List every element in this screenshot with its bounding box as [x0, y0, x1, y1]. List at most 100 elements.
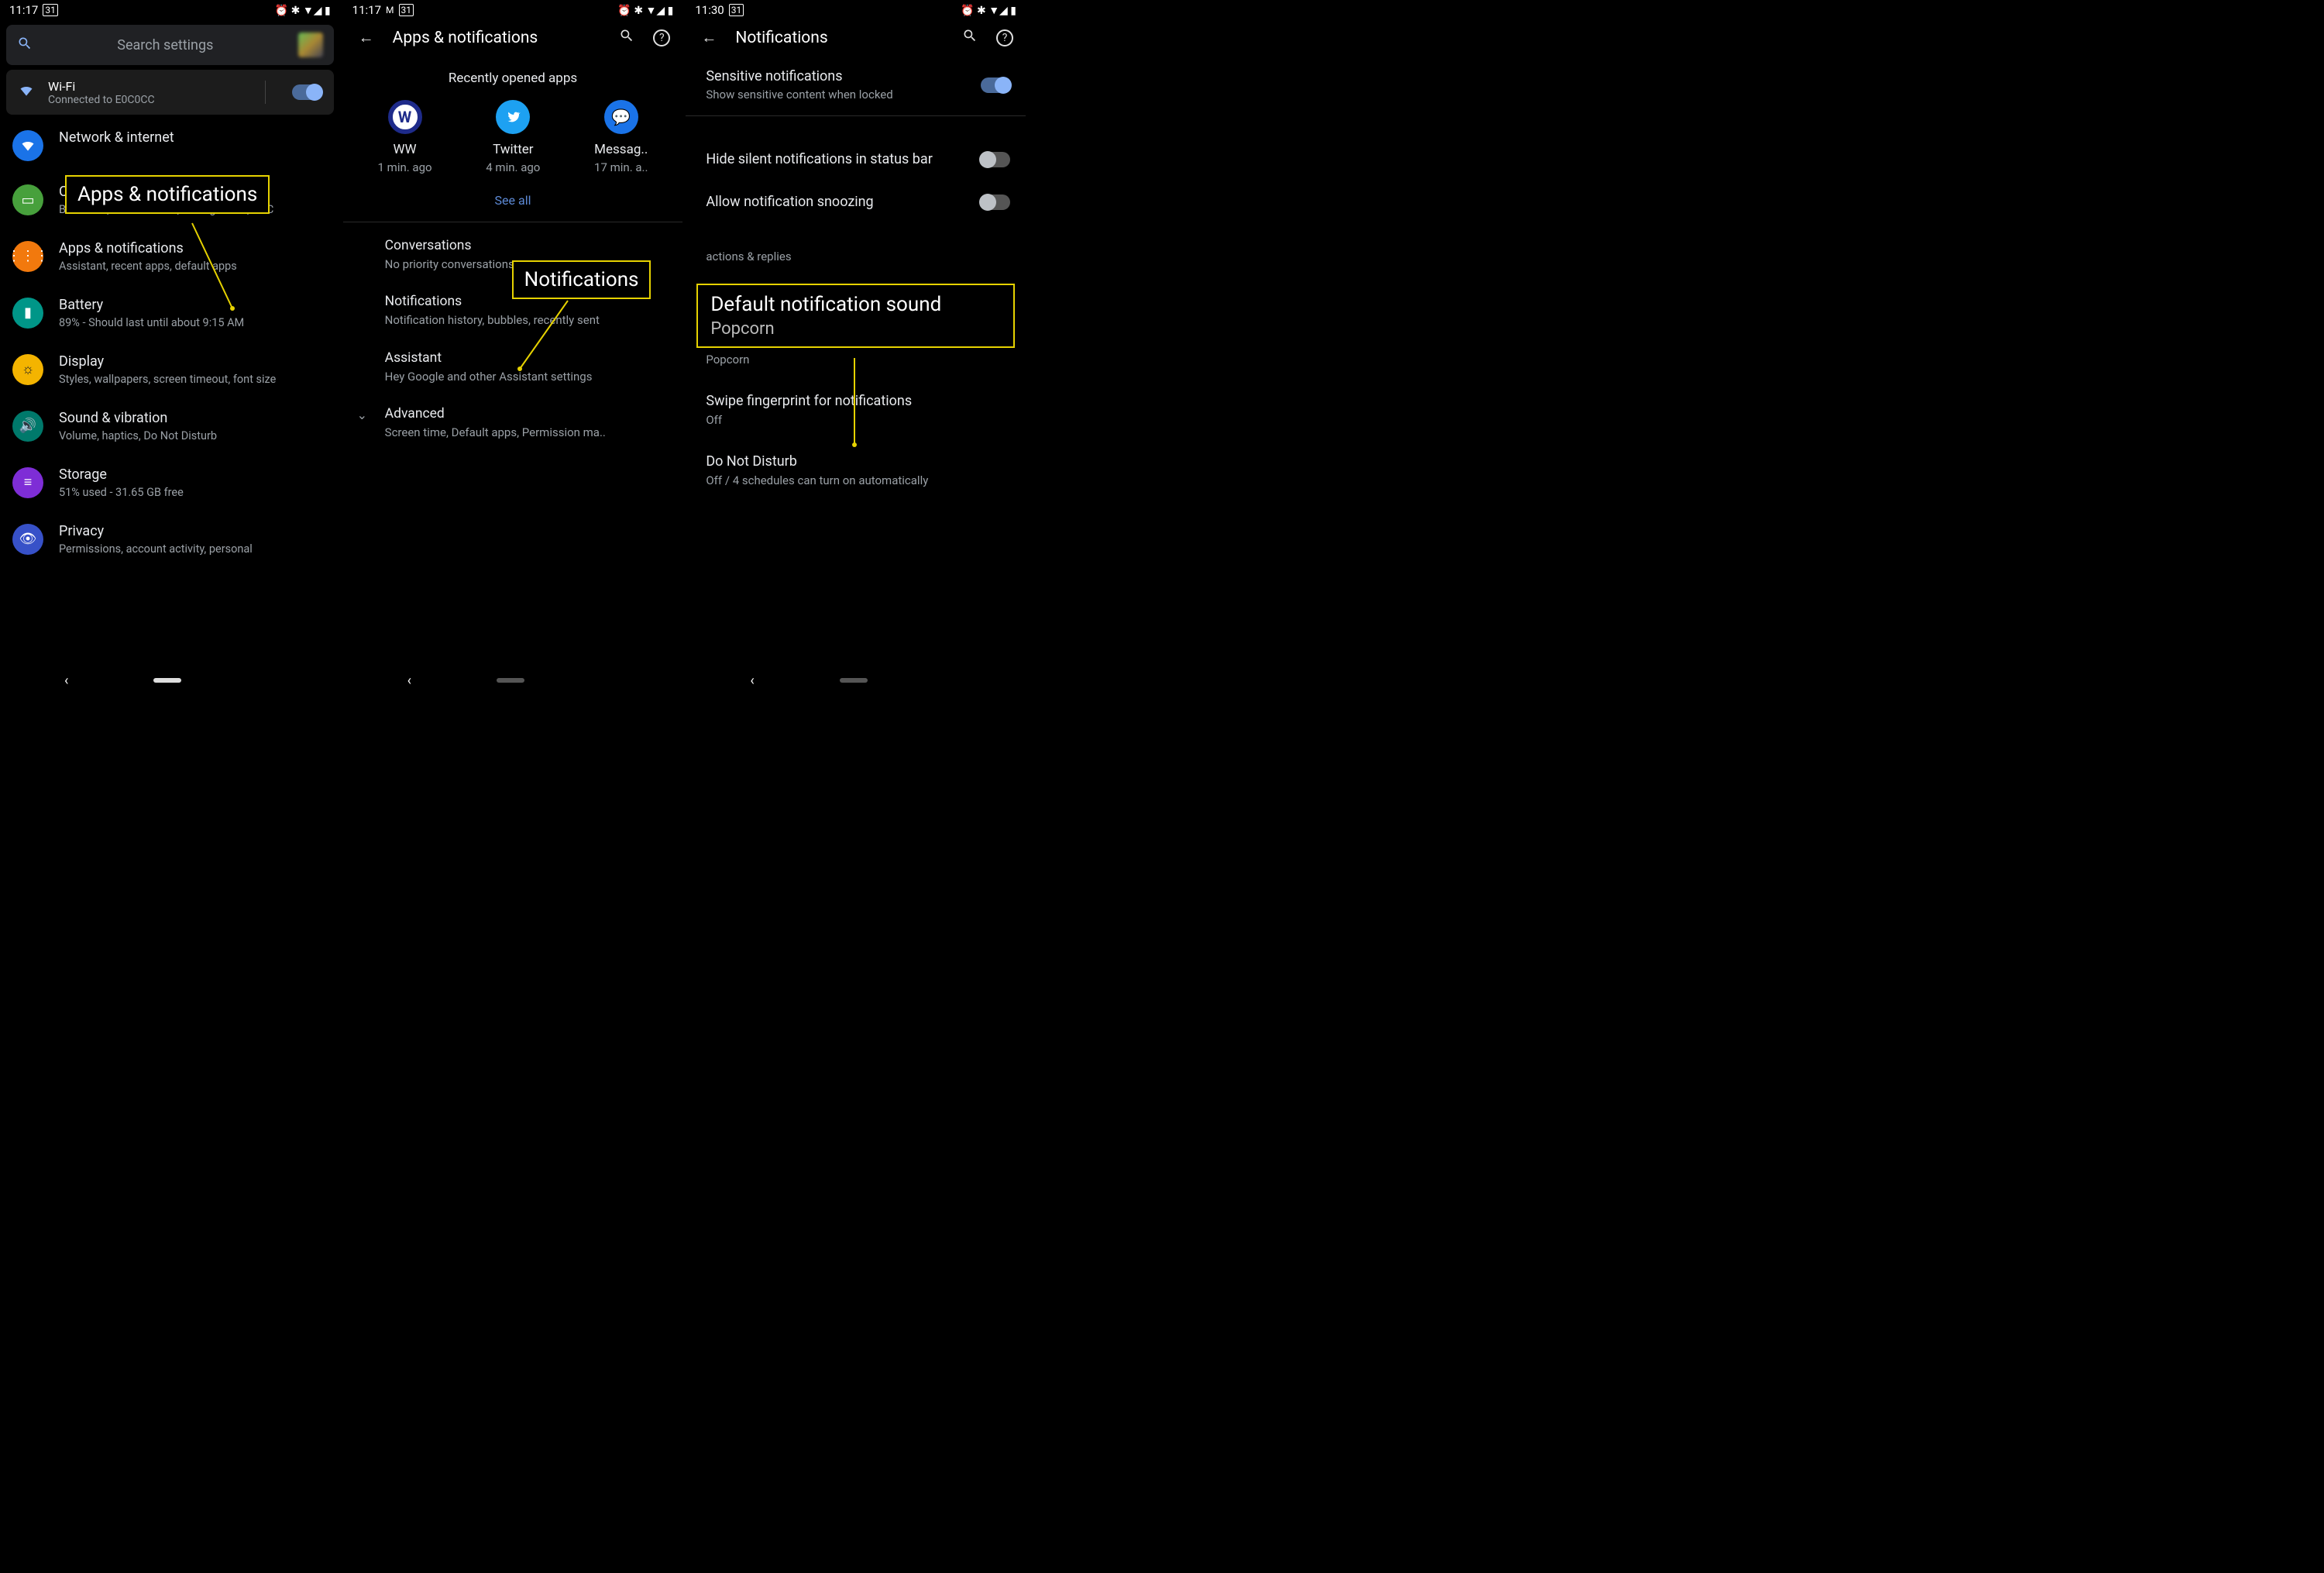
status-time: 11:17 31 — [9, 3, 58, 17]
row-sub: Screen time, Default apps, Permission ma… — [385, 425, 641, 440]
home-pill[interactable] — [497, 678, 524, 683]
row-title: Sensitive notifications — [706, 67, 967, 85]
divider — [686, 115, 1026, 116]
status-icons: ⏰ ✱ ▼◢ ▮ — [617, 4, 673, 17]
row-title: Assistant — [385, 350, 641, 366]
row-title: Battery — [59, 296, 244, 314]
nav-bar: ‹ ∘ — [343, 666, 683, 694]
avatar[interactable] — [298, 33, 323, 57]
row-title: Do Not Disturb — [706, 453, 1010, 470]
toggle-snoozing[interactable] — [981, 194, 1010, 210]
messages-icon: 💬 — [604, 100, 638, 134]
page-title: Apps & notifications — [393, 29, 601, 47]
row-title: Apps & notifications — [59, 239, 237, 257]
calendar-icon: 31 — [399, 4, 414, 16]
row-hide-silent[interactable]: Hide silent notifications in status bar — [686, 138, 1026, 181]
toggle-hide-silent[interactable] — [981, 152, 1010, 167]
row-snoozing[interactable]: Allow notification snoozing — [686, 181, 1026, 223]
wifi-icon — [12, 130, 43, 161]
clock: 11:17 — [9, 3, 38, 17]
devices-icon: ▭ — [12, 184, 43, 215]
row-assistant[interactable]: Assistant Hey Google and other Assistant… — [343, 339, 683, 395]
row-apps-notifications[interactable]: ⋮⋮⋮ Apps & notifications Assistant, rece… — [0, 229, 340, 285]
row-sub: 51% used - 31.65 GB free — [59, 485, 184, 501]
wifi-title: Wi-Fi — [48, 79, 251, 94]
app-name: WW — [378, 142, 432, 157]
app-bar: ← Notifications ? — [686, 20, 1026, 55]
app-time: 1 min. ago — [378, 160, 432, 174]
help-icon[interactable]: ? — [996, 29, 1013, 46]
back-icon[interactable]: ← — [698, 28, 720, 47]
row-title: Sound & vibration — [59, 409, 217, 427]
row-swipe-fingerprint[interactable]: Swipe fingerprint for notifications Off — [686, 380, 1026, 440]
app-name: Messag.. — [594, 142, 648, 157]
back-button[interactable]: ‹ — [407, 673, 411, 689]
screen-settings: 11:17 31 ⏰ ✱ ▼◢ ▮ Search settings Wi-Fi … — [0, 0, 340, 694]
recent-app-messages[interactable]: 💬 Messag.. 17 min. a.. — [594, 100, 648, 174]
help-icon[interactable]: ? — [653, 29, 670, 46]
app-time: 17 min. a.. — [594, 160, 648, 174]
row-sub: Notification history, bubbles, recently … — [385, 312, 641, 328]
toggle-sensitive[interactable] — [981, 77, 1010, 93]
row-title: Privacy — [59, 522, 253, 540]
status-bar: 11:30 31 ⏰ ✱ ▼◢ ▮ — [686, 0, 1026, 20]
display-icon: ☼ — [12, 354, 43, 385]
row-display[interactable]: ☼ Display Styles, wallpapers, screen tim… — [0, 342, 340, 398]
callout-default-sound: Default notification sound Popcorn — [696, 284, 1015, 348]
row-actions-replies[interactable]: actions & replies — [686, 224, 1026, 277]
storage-icon: ≡ — [12, 467, 43, 498]
row-network[interactable]: Network & internet — [0, 118, 340, 172]
calendar-icon: 31 — [729, 4, 744, 16]
row-sound[interactable]: 🔊 Sound & vibration Volume, haptics, Do … — [0, 398, 340, 455]
search-settings[interactable]: Search settings — [6, 25, 334, 65]
row-battery[interactable]: ▮ Battery 89% - Should last until about … — [0, 285, 340, 342]
row-title: Storage — [59, 466, 184, 484]
recent-app-twitter[interactable]: Twitter 4 min. ago — [486, 100, 540, 174]
back-icon[interactable]: ← — [356, 28, 377, 47]
row-sub: Permissions, account activity, personal — [59, 542, 253, 557]
app-bar: ← Apps & notifications ? — [343, 20, 683, 55]
sound-icon: 🔊 — [12, 411, 43, 442]
chevron-down-icon: ⌄ — [357, 408, 367, 422]
home-pill[interactable] — [153, 678, 181, 683]
row-storage[interactable]: ≡ Storage 51% used - 31.65 GB free — [0, 455, 340, 511]
callout-title: Default notification sound — [710, 293, 1001, 316]
status-icons: ⏰ ✱ ▼◢ ▮ — [275, 4, 331, 17]
recent-app-ww[interactable]: W WW 1 min. ago — [378, 100, 432, 174]
row-sub: Off — [706, 413, 1010, 429]
ww-icon: W — [388, 100, 422, 134]
back-button[interactable]: ‹ — [750, 673, 754, 689]
row-title: Network & internet — [59, 129, 174, 146]
row-title: Display — [59, 353, 276, 370]
row-dnd[interactable]: Do Not Disturb Off / 4 schedules can tur… — [686, 440, 1026, 501]
row-title: Advanced — [385, 406, 641, 422]
battery-icon: ▮ — [12, 298, 43, 329]
privacy-icon: 👁 — [12, 524, 43, 555]
wifi-quick-toggle[interactable]: Wi-Fi Connected to E0C0CC — [6, 70, 334, 115]
screen-notifications: 11:30 31 ⏰ ✱ ▼◢ ▮ ← Notifications ? Sens… — [686, 0, 1026, 694]
callout-notifications: Notifications — [512, 260, 651, 299]
wifi-icon — [19, 83, 34, 102]
search-icon[interactable] — [616, 28, 638, 47]
clock: 11:17 — [352, 3, 381, 17]
app-name: Twitter — [486, 142, 540, 157]
see-all-link[interactable]: See all — [343, 193, 683, 208]
app-time: 4 min. ago — [486, 160, 540, 174]
row-sub: Popcorn — [706, 353, 1010, 368]
twitter-icon — [496, 100, 530, 134]
back-button[interactable]: ‹ — [64, 673, 68, 689]
gmail-icon: M — [386, 5, 394, 15]
row-advanced[interactable]: ⌄ Advanced Screen time, Default apps, Pe… — [343, 395, 683, 451]
wifi-toggle[interactable] — [292, 84, 321, 100]
row-sub: Volume, haptics, Do Not Disturb — [59, 429, 217, 444]
row-title: Allow notification snoozing — [706, 193, 967, 211]
search-icon[interactable] — [959, 28, 981, 47]
row-privacy[interactable]: 👁 Privacy Permissions, account activity,… — [0, 511, 340, 568]
row-sub: Show sensitive content when locked — [706, 88, 967, 103]
calendar-icon: 31 — [43, 4, 58, 16]
row-title: Swipe fingerprint for notifications — [706, 392, 1010, 410]
home-pill[interactable] — [840, 678, 868, 683]
recent-apps: W WW 1 min. ago Twitter 4 min. ago 💬 Mes… — [343, 100, 683, 174]
apps-icon: ⋮⋮⋮ — [12, 241, 43, 272]
row-sensitive[interactable]: Sensitive notifications Show sensitive c… — [686, 55, 1026, 115]
